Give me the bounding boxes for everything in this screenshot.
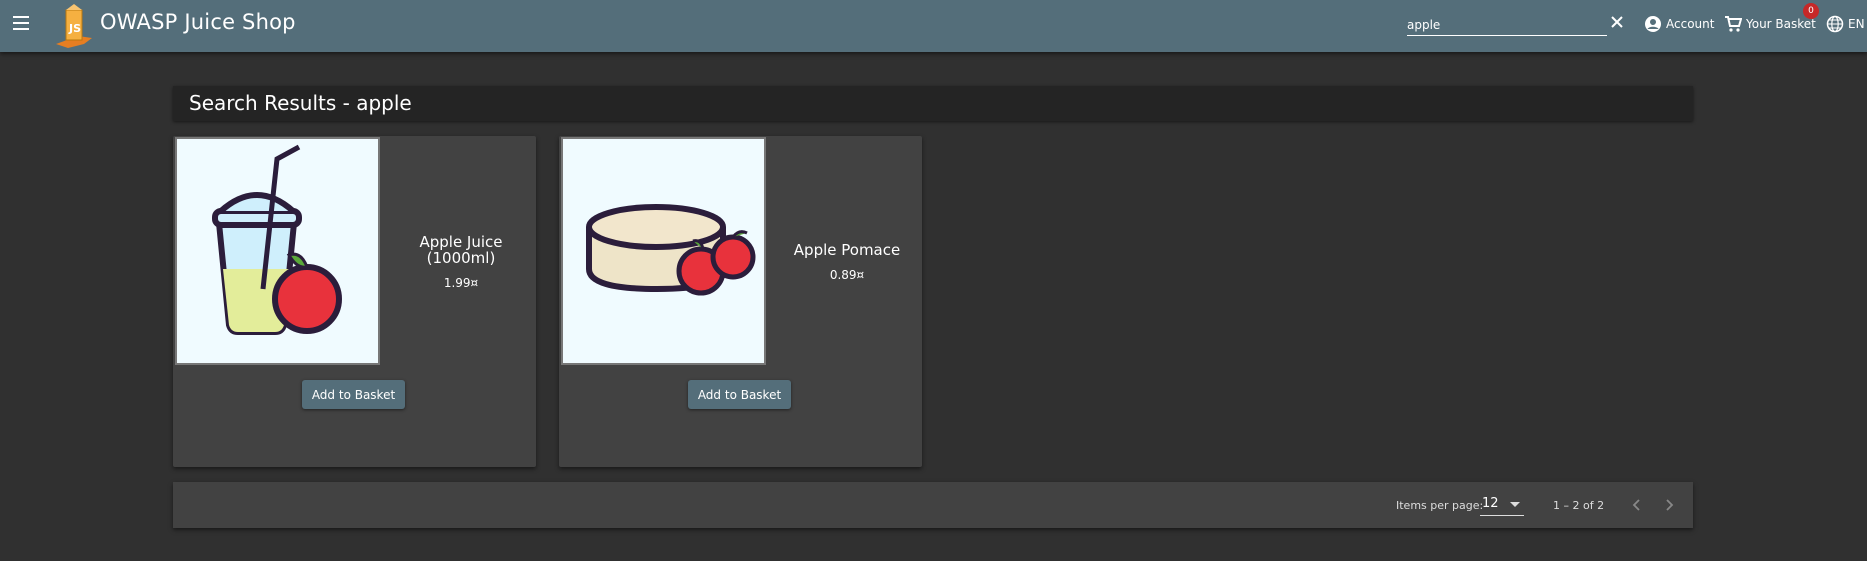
cart-icon	[1725, 16, 1742, 32]
product-name: Apple Juice (1000ml)	[419, 233, 503, 267]
juice-shop-logo[interactable]: JS	[54, 2, 94, 48]
product-card[interactable]: Apple Pomace 0.89¤ Add to Basket	[559, 136, 922, 467]
basket-button[interactable]: Your Basket	[1724, 14, 1816, 34]
svg-text:JS: JS	[68, 22, 81, 35]
menu-icon[interactable]	[10, 12, 32, 34]
range-label: 1 – 2 of 2	[1553, 499, 1605, 512]
product-image[interactable]	[561, 137, 766, 365]
app-title[interactable]: OWASP Juice Shop	[100, 10, 296, 34]
globe-icon	[1826, 15, 1844, 33]
product-price: 0.89¤	[829, 268, 865, 282]
page-title: Search Results - apple	[189, 91, 412, 115]
account-circle-icon	[1645, 16, 1661, 32]
search-input[interactable]	[1407, 14, 1607, 36]
chevron-left-icon[interactable]	[1627, 495, 1647, 515]
product-image[interactable]	[175, 137, 380, 365]
language-label: EN	[1848, 17, 1865, 31]
product-name: Apple Pomace	[793, 241, 901, 259]
add-to-basket-button[interactable]: Add to Basket	[302, 380, 405, 409]
account-label: Account	[1666, 17, 1715, 31]
basket-label: Your Basket	[1746, 17, 1816, 31]
add-to-basket-button[interactable]: Add to Basket	[688, 380, 791, 409]
top-toolbar: JS OWASP Juice Shop Account Your Basket …	[0, 0, 1867, 52]
apple-pomace-icon	[586, 204, 756, 296]
items-per-page-value: 12	[1482, 496, 1499, 511]
close-icon[interactable]	[1607, 12, 1627, 32]
items-per-page-label: Items per page:	[1396, 499, 1484, 512]
account-button[interactable]: Account	[1644, 14, 1714, 34]
basket-count-badge: 0	[1803, 3, 1819, 19]
apple-juice-icon	[212, 144, 342, 335]
chevron-right-icon[interactable]	[1659, 495, 1679, 515]
language-button[interactable]: EN	[1826, 14, 1865, 34]
results-title-bar: Search Results - apple	[173, 86, 1693, 121]
product-price: 1.99¤	[443, 276, 479, 290]
dropdown-arrow-icon	[1510, 502, 1520, 507]
product-card[interactable]: Apple Juice (1000ml) 1.99¤ Add to Basket	[173, 136, 536, 467]
items-per-page-select[interactable]: 12	[1480, 494, 1524, 516]
paginator: Items per page: 12 1 – 2 of 2	[173, 482, 1693, 528]
